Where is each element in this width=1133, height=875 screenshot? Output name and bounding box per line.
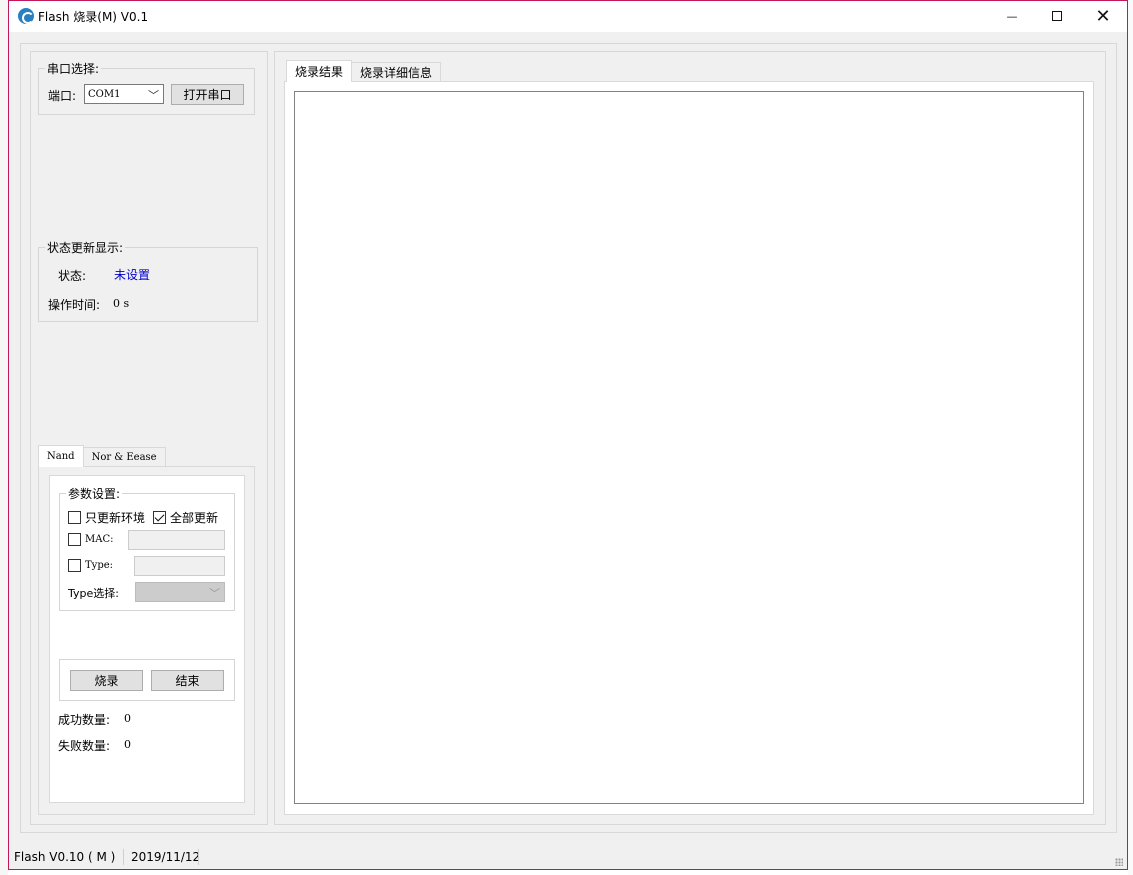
status-version: Flash V0.10 ( M ) [14, 850, 116, 864]
type-select-label: Type选择: [68, 587, 119, 600]
background-window-edge [1128, 0, 1133, 875]
title-bar[interactable]: Flash 烧录(M) V0.1 — ✕ [9, 1, 1127, 32]
mode-tabstrip: Nand Nor & Eease [38, 445, 166, 467]
type-select[interactable]: ﹀ [135, 582, 225, 602]
tab-nor-erase[interactable]: Nor & Eease [82, 447, 166, 467]
mac-label: MAC: [85, 534, 114, 545]
fail-count-label: 失败数量: [58, 739, 111, 753]
full-update-checkbox[interactable]: 全部更新 [153, 509, 218, 526]
serial-group-label: 串口选择: [47, 62, 100, 76]
chevron-down-icon: ﹀ [209, 587, 220, 600]
background-window-strip [0, 0, 8, 875]
type-checkbox[interactable]: Type: [68, 559, 113, 572]
checkbox-icon [68, 559, 81, 572]
checkbox-icon [68, 511, 81, 524]
type-label: Type: [85, 560, 114, 571]
tab-burn-details-label: 烧录详细信息 [360, 66, 433, 80]
tab-burn-result[interactable]: 烧录结果 [286, 60, 353, 82]
mac-checkbox[interactable]: MAC: [68, 533, 113, 546]
maximize-icon [1052, 11, 1062, 21]
open-port-button[interactable]: 打开串口 [171, 84, 244, 105]
resize-grip-icon[interactable] [1115, 858, 1123, 866]
status-separator [123, 849, 124, 865]
env-only-checkbox[interactable]: 只更新环境 [68, 509, 145, 526]
status-separator [198, 849, 199, 865]
stop-button[interactable]: 结束 [151, 670, 224, 691]
burn-button[interactable]: 烧录 [70, 670, 143, 691]
checkbox-icon [68, 533, 81, 546]
env-only-label: 只更新环境 [85, 511, 146, 525]
close-button[interactable]: ✕ [1080, 1, 1126, 31]
params-group-label: 参数设置: [68, 487, 121, 501]
state-value: 未设置 [114, 268, 151, 282]
tab-nand-label: Nand [47, 451, 75, 462]
tab-burn-details[interactable]: 烧录详细信息 [351, 62, 442, 82]
status-date: 2019/11/12 [131, 850, 201, 864]
type-input[interactable] [134, 556, 225, 576]
time-value: 0 s [113, 297, 130, 310]
full-update-label: 全部更新 [170, 511, 219, 525]
success-count-value: 0 [124, 712, 131, 725]
flash-app-icon [18, 8, 34, 24]
status-group-label: 状态更新显示: [47, 241, 124, 255]
time-label: 操作时间: [48, 298, 101, 312]
minimize-button[interactable]: — [989, 1, 1035, 31]
tab-burn-result-label: 烧录结果 [295, 65, 344, 79]
port-label: 端口: [48, 89, 77, 103]
window-title: Flash 烧录(M) V0.1 [38, 10, 149, 24]
maximize-button[interactable] [1034, 1, 1080, 31]
fail-count-value: 0 [124, 738, 131, 751]
tab-nor-erase-label: Nor & Eease [91, 452, 157, 463]
port-select-value: COM1 [88, 88, 121, 100]
success-count-label: 成功数量: [58, 713, 111, 727]
port-select[interactable]: COM1 ﹀ [84, 84, 164, 104]
status-bar: Flash V0.10 ( M ) 2019/11/12 [9, 847, 1127, 869]
minimize-icon: — [1006, 9, 1018, 23]
result-tabstrip: 烧录结果 烧录详细信息 [286, 60, 442, 82]
main-window: Flash 烧录(M) V0.1 — ✕ 串口选择: 端口: COM1 ﹀ 打开… [8, 0, 1128, 870]
tab-nand[interactable]: Nand [38, 445, 84, 467]
close-icon: ✕ [1095, 5, 1111, 27]
state-label: 状态: [58, 269, 87, 283]
mac-input[interactable] [128, 530, 225, 550]
chevron-down-icon: ﹀ [148, 89, 159, 102]
result-log-area[interactable] [294, 91, 1084, 804]
checkmark-icon [153, 511, 166, 524]
